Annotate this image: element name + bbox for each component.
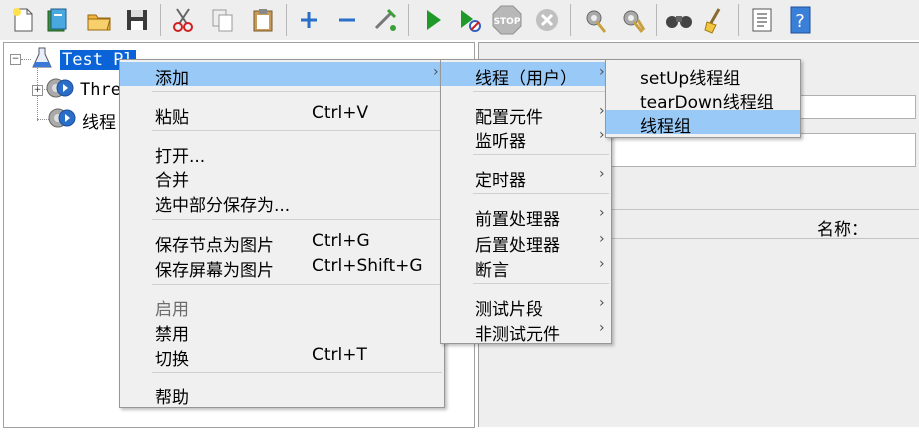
thread-group-icon [46,75,76,105]
tree-node-label: Thre [80,80,121,100]
menu-item-non-test-elements[interactable]: 非测试元件 › [441,318,611,345]
toggle-icon[interactable] [368,3,402,37]
menu-item-paste[interactable]: 粘贴 Ctrl+V [120,101,444,128]
menu-item-config-element[interactable]: 配置元件 › [441,101,611,128]
test-plan-icon [30,46,54,74]
menu-item-label: 启用 [155,300,189,320]
thread-group-icon [48,105,78,135]
menu-item-label: 合并 [155,171,189,191]
submenu-arrow-icon: › [599,231,605,247]
name-label: 名称： [817,220,868,240]
tree-node-label: 线程 [82,112,116,133]
add-submenu: 线程（用户） › 配置元件 › 监听器 › 定时器 › 前置处理器 › 后置处理… [440,59,612,345]
menu-item-shortcut: Ctrl+V [312,103,369,123]
menu-item-label: 线程（用户） [475,69,577,89]
menu-item-enable: 启用 [120,293,444,320]
menu-item-threads[interactable]: 线程（用户） › [441,62,611,89]
paste-icon[interactable] [246,3,280,37]
search-icon[interactable] [662,3,696,37]
cut-icon[interactable] [166,3,200,37]
menu-item-label: 帮助 [155,388,189,408]
menu-item-label: 定时器 [475,171,526,191]
menu-item-label: 前置处理器 [475,210,560,230]
menu-item-label: 保存节点为图片 [155,236,274,256]
submenu-arrow-icon: › [599,205,605,221]
stop-text: STOP [494,17,521,27]
menu-item-listener[interactable]: 监听器 › [441,125,611,152]
menu-item-label: 添加 [155,69,189,89]
menu-item-assertion[interactable]: 断言 › [441,254,611,281]
menu-item-save-selection-as[interactable]: 选中部分保存为... [120,189,444,216]
submenu-arrow-icon: › [599,256,605,272]
menu-item-save-node-as-image[interactable]: 保存节点为图片 Ctrl+G [120,229,444,256]
menu-item-add[interactable]: 添加 › [120,62,444,89]
root-expander-icon[interactable]: − [10,54,21,65]
menu-item-shortcut: Ctrl+Shift+G [312,256,423,276]
collapse-icon[interactable] [330,3,364,37]
help-icon[interactable]: ? [783,3,817,37]
menu-item-label: 测试片段 [475,300,543,320]
submenu-arrow-icon: › [599,64,605,80]
comments-field[interactable] [609,133,916,167]
svg-text:?: ? [795,11,805,32]
expand-icon[interactable] [292,3,326,37]
templates-icon[interactable] [40,3,74,37]
submenu-arrow-icon: › [599,295,605,311]
open-icon[interactable] [82,3,116,37]
menu-item-disable[interactable]: 禁用 [120,318,444,345]
tree-node-thread-group[interactable]: Thre [46,77,121,103]
menu-item-shortcut: Ctrl+G [312,231,370,251]
stop-icon[interactable]: STOP [490,3,524,37]
toolbar: STOP ? [0,0,919,40]
submenu-arrow-icon: › [599,127,605,143]
clear-icon[interactable] [578,3,612,37]
menu-item-save-screen-as-image[interactable]: 保存屏幕为图片 Ctrl+Shift+G [120,254,444,281]
submenu-arrow-icon: › [599,103,605,119]
submenu-arrow-icon: › [599,320,605,336]
clear-all-icon[interactable] [616,3,650,37]
copy-icon[interactable] [206,3,240,37]
menu-item-setup-thread-group[interactable]: setUp线程组 [606,62,800,89]
menu-item-label: 禁用 [155,325,189,345]
menu-item-merge[interactable]: 合并 [120,164,444,191]
menu-item-label: 选中部分保存为... [155,196,291,216]
menu-item-pre-processor[interactable]: 前置处理器 › [441,203,611,230]
menu-item-label: 监听器 [475,132,526,152]
shutdown-icon[interactable] [530,3,564,37]
new-icon[interactable] [6,3,40,37]
threads-submenu: setUp线程组 tearDown线程组 线程组 [605,59,801,138]
menu-item-shortcut: Ctrl+T [312,345,367,365]
menu-item-test-fragment[interactable]: 测试片段 › [441,293,611,320]
menu-item-label: 线程组 [640,117,691,137]
save-icon[interactable] [120,3,154,37]
function-helper-icon[interactable] [745,3,779,37]
tree-node-thread-group-2[interactable]: 线程 [48,107,116,133]
submenu-arrow-icon: › [433,64,439,80]
context-menu: 添加 › 粘贴 Ctrl+V 打开... 合并 选中部分保存为... 保存节点为… [119,59,445,408]
menu-item-label: 保存屏幕为图片 [155,261,274,281]
menu-item-label: 切换 [155,350,189,370]
menu-item-open[interactable]: 打开... [120,140,444,167]
menu-item-label: 粘贴 [155,108,189,128]
menu-item-label: 断言 [475,261,509,281]
menu-item-label: 非测试元件 [475,325,560,345]
menu-item-label: 后置处理器 [475,236,560,256]
menu-item-toggle[interactable]: 切换 Ctrl+T [120,343,444,370]
menu-item-thread-group[interactable]: 线程组 [606,110,800,137]
menu-item-post-processor[interactable]: 后置处理器 › [441,229,611,256]
submenu-arrow-icon: › [599,166,605,182]
reset-search-icon[interactable] [698,3,732,37]
menu-item-help[interactable]: 帮助 [120,381,444,408]
start-no-pause-icon[interactable] [452,3,486,37]
menu-item-timer[interactable]: 定时器 › [441,164,611,191]
menu-item-teardown-thread-group[interactable]: tearDown线程组 [606,86,800,113]
child-expander-icon[interactable]: + [32,85,43,96]
start-icon[interactable] [416,3,450,37]
